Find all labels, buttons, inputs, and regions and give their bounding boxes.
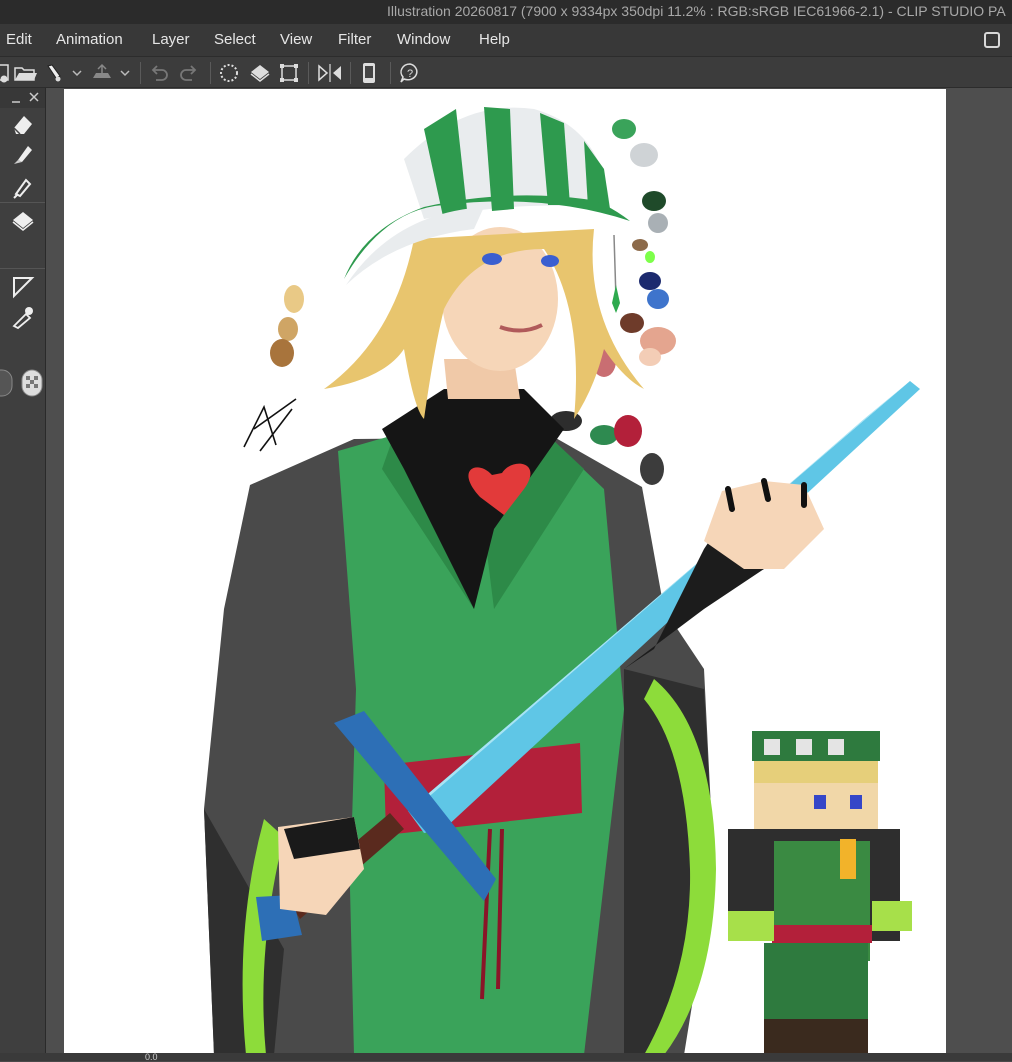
help-icon[interactable]: ? xyxy=(398,62,420,84)
tool-panel-header xyxy=(0,88,45,108)
flip-icon[interactable] xyxy=(316,62,344,84)
artist-signature xyxy=(243,398,297,452)
undo-icon[interactable] xyxy=(148,62,170,84)
title-bar: Illustration 20260817 (7900 x 9334px 350… xyxy=(0,0,1012,24)
transform-icon[interactable] xyxy=(278,62,300,84)
menu-help[interactable]: Help xyxy=(479,31,510,48)
main-color-swatch[interactable] xyxy=(0,368,14,398)
chevron-down-icon[interactable] xyxy=(118,62,132,84)
separator xyxy=(140,62,141,84)
clear-selection-icon[interactable] xyxy=(218,62,240,84)
redo-icon[interactable] xyxy=(178,62,200,84)
pen-dropdown-icon[interactable] xyxy=(44,62,66,84)
pen-icon[interactable] xyxy=(10,174,36,200)
fill-bucket-icon[interactable] xyxy=(10,208,36,234)
device-icon[interactable] xyxy=(358,62,380,84)
canvas-surround xyxy=(46,88,64,1061)
menu-select[interactable]: Select xyxy=(214,31,256,48)
divider xyxy=(0,268,45,269)
command-bar: ? xyxy=(0,56,1012,88)
eyedropper-icon[interactable] xyxy=(10,304,36,330)
menu-animation[interactable]: Animation xyxy=(56,31,123,48)
menu-view[interactable]: View xyxy=(280,31,312,48)
transparent-color-icon[interactable] xyxy=(20,368,44,398)
status-bar: 0.0 xyxy=(0,1052,1012,1062)
canvas-surround-right xyxy=(946,88,1012,1061)
menu-layer[interactable]: Layer xyxy=(152,31,190,48)
eraser-icon[interactable] xyxy=(10,112,36,138)
menu-window[interactable]: Window xyxy=(397,31,450,48)
separator xyxy=(390,62,391,84)
separator xyxy=(308,62,309,84)
brush-icon[interactable] xyxy=(10,142,36,168)
tool-panel xyxy=(0,88,46,1061)
divider xyxy=(0,202,45,203)
svg-text:?: ? xyxy=(407,68,413,80)
pixel-avatar xyxy=(728,731,912,1055)
separator xyxy=(210,62,211,84)
shape-icon[interactable] xyxy=(10,274,36,300)
restore-window-icon[interactable] xyxy=(984,32,1000,48)
open-folder-icon[interactable] xyxy=(13,62,37,84)
menu-edit[interactable]: Edit xyxy=(6,31,32,48)
character xyxy=(204,107,920,1055)
export-dropdown-icon[interactable] xyxy=(90,62,112,84)
separator xyxy=(350,62,351,84)
fill-icon[interactable] xyxy=(248,62,270,84)
menu-bar: Edit Animation Layer Select View Filter … xyxy=(0,24,1012,56)
chevron-down-icon[interactable] xyxy=(70,62,84,84)
window-title: Illustration 20260817 (7900 x 9334px 350… xyxy=(387,3,1006,19)
artwork xyxy=(204,107,920,1055)
canvas[interactable] xyxy=(64,89,946,1055)
menu-filter[interactable]: Filter xyxy=(338,31,371,48)
